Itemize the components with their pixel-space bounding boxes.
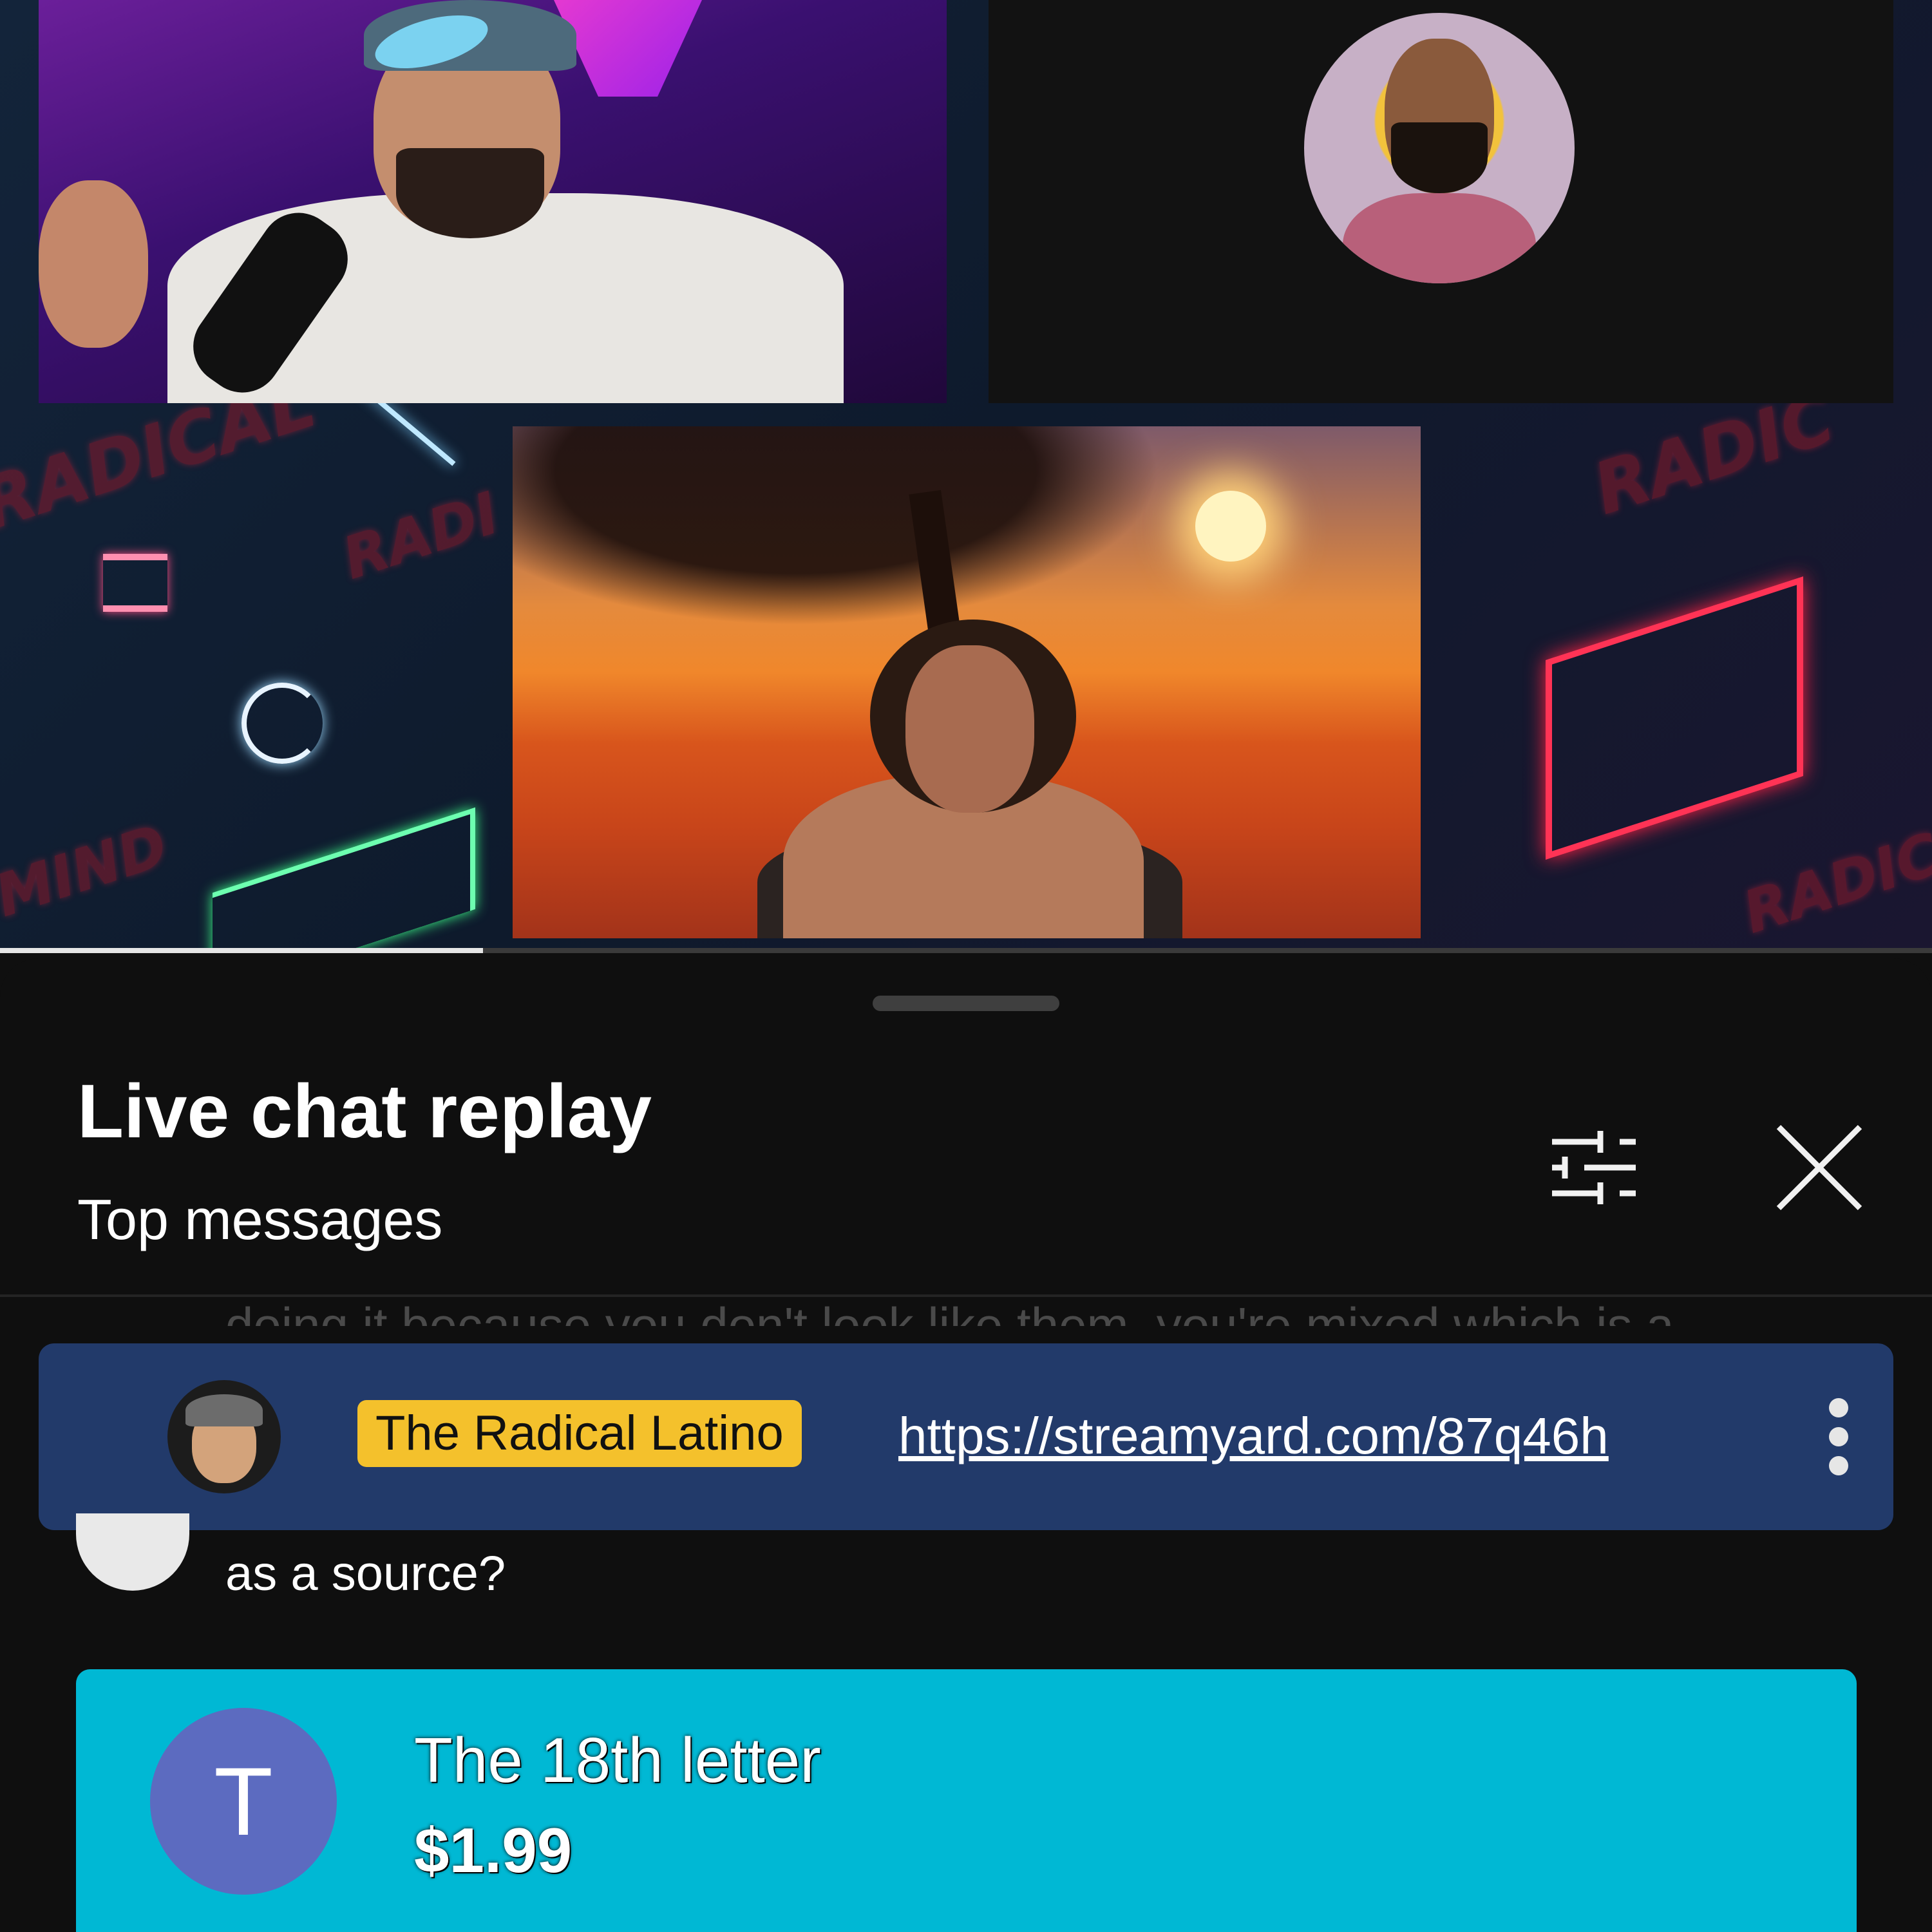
author-avatar[interactable] [167, 1380, 281, 1493]
super-chat-author: The 18th letter [414, 1725, 821, 1795]
video-player[interactable]: RADICAL RADI RADIC MIND RADICAL [0, 0, 1932, 953]
neon-bars [103, 554, 167, 612]
owner-author-badge[interactable]: The Radical Latino [357, 1400, 802, 1467]
close-icon [1776, 1124, 1862, 1211]
guest-video-tile [989, 0, 1893, 403]
super-chat-avatar[interactable]: T [150, 1708, 337, 1895]
drag-handle[interactable] [873, 996, 1059, 1011]
background-logo-text: MIND [0, 811, 176, 931]
super-chat-amount: $1.99 [414, 1815, 573, 1886]
chat-message-text: doing it because you don't look like the… [225, 1297, 1674, 1326]
more-options-button[interactable] [1806, 1392, 1871, 1482]
chat-mode-label[interactable]: Top messages [77, 1187, 442, 1253]
chat-message-text: as a source? [225, 1546, 506, 1601]
filter-icon [1552, 1131, 1636, 1204]
more-vert-icon-dot [1829, 1456, 1848, 1475]
neon-shape [1546, 576, 1803, 860]
host-hand [39, 180, 148, 348]
sheet-title: Live chat replay [77, 1069, 652, 1154]
video-progress-bar[interactable] [0, 948, 1932, 953]
more-vert-icon [1829, 1398, 1848, 1417]
neon-shape [213, 807, 475, 953]
palm-tree-leaves [513, 426, 1221, 652]
filter-button[interactable] [1539, 1113, 1649, 1222]
host-beard [396, 148, 544, 238]
avatar-cap [185, 1394, 263, 1426]
video-progress-fill [0, 948, 483, 953]
pinned-message[interactable]: The Radical Latino https://streamyard.co… [39, 1343, 1893, 1530]
background-logo-text: RADICAL [1735, 795, 1932, 947]
close-button[interactable] [1765, 1113, 1874, 1222]
guest-hoodie [1343, 193, 1536, 283]
guest-avatar [1304, 13, 1575, 283]
background-logo-text: RADI [334, 479, 507, 593]
host-video-tile [39, 0, 947, 403]
guest-beard [1391, 122, 1488, 193]
super-chat-message[interactable]: T The 18th letter $1.99 [76, 1669, 1857, 1932]
guest-beach-video-tile [513, 426, 1421, 938]
neon-circle [242, 683, 323, 764]
more-vert-icon-dot [1829, 1427, 1848, 1446]
guest-face [905, 645, 1034, 813]
pinned-message-link[interactable]: https://streamyard.com/87q46h [898, 1406, 1609, 1466]
